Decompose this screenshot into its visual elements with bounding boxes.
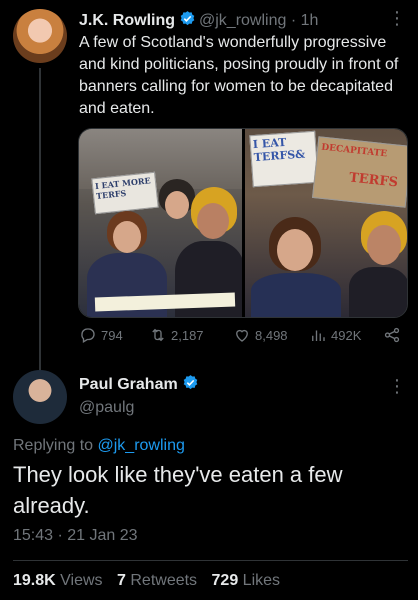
avatar[interactable] (13, 9, 67, 63)
views-stat-label: Views (60, 572, 103, 589)
tweet-actions: 794 2,187 8,498 492K (79, 326, 409, 344)
likes-stat-count: 729 (211, 572, 239, 589)
photo-right[interactable]: I EAT TERFS& DECAPITATE TERFS (244, 129, 407, 317)
tweet-media[interactable]: I EAT MORE TERFS I EAT TERFS& DECAPITATE… (78, 128, 408, 318)
tweet-timestamp[interactable]: 15:43 · 21 Jan 23 (13, 527, 138, 545)
protest-sign: I EAT MORE TERFS (91, 171, 159, 215)
verified-badge-icon (179, 10, 196, 32)
tweet-time[interactable]: 1h (301, 12, 319, 29)
tweet-text: A few of Scotland's wonderfully progress… (79, 34, 399, 117)
more-options-icon[interactable]: ⋮ (388, 8, 406, 29)
views-button[interactable]: 492K (309, 326, 383, 344)
reply-count: 794 (101, 327, 123, 343)
reply-icon (79, 326, 97, 344)
thread-connector-line (39, 68, 41, 370)
retweet-count: 2,187 (171, 327, 204, 343)
author-name-row: Paul Graham (79, 374, 202, 396)
retweet-button[interactable]: 2,187 (149, 326, 233, 344)
likes-stat[interactable]: 729 Likes (212, 572, 281, 589)
views-bar-chart-icon (309, 326, 327, 344)
protest-sign: I EAT TERFS& (248, 130, 319, 188)
tweet-header: J.K. Rowling @jk_rowling · 1h (79, 10, 318, 32)
verified-badge-icon (182, 374, 199, 396)
person-face (197, 203, 229, 239)
like-button[interactable]: 8,498 (233, 326, 309, 344)
avatar[interactable] (13, 370, 67, 424)
person-face (366, 225, 401, 265)
share-button[interactable] (383, 326, 401, 344)
retweets-stat-label: Retweets (130, 572, 198, 589)
person-coat (348, 267, 407, 317)
author-name[interactable]: J.K. Rowling (79, 12, 175, 29)
share-icon (383, 326, 401, 344)
retweets-stat[interactable]: 7 Retweets (117, 572, 197, 589)
tweet-date: 21 Jan 23 (67, 527, 138, 544)
person-face (113, 221, 141, 253)
tweet-time: 15:43 (13, 527, 54, 544)
like-count: 8,498 (255, 327, 288, 343)
person-face (276, 229, 313, 271)
tweet-text: They look like they've eaten a few alrea… (13, 462, 343, 518)
views-stat-count: 19.8K (13, 572, 56, 589)
retweet-icon (149, 326, 167, 344)
replying-to-prefix: Replying to (13, 437, 94, 454)
retweets-stat-count: 7 (117, 572, 126, 589)
reply-button[interactable]: 794 (79, 326, 149, 344)
replying-to-link[interactable]: @jk_rowling (98, 437, 185, 454)
meta-separator: · (57, 527, 63, 544)
person-coat (250, 273, 341, 317)
person-face (165, 191, 189, 219)
heart-icon (233, 326, 251, 344)
views-stat[interactable]: 19.8K Views (13, 572, 103, 589)
photo-left[interactable]: I EAT MORE TERFS (79, 129, 242, 317)
tweet-stats: 19.8K Views 7 Retweets 729 Likes (13, 572, 290, 590)
author-name[interactable]: Paul Graham (79, 376, 178, 393)
replying-to-line: Replying to @jk_rowling (13, 437, 185, 455)
author-handle[interactable]: @jk_rowling (199, 12, 286, 29)
views-count: 492K (331, 327, 362, 343)
likes-stat-label: Likes (242, 572, 281, 589)
divider (13, 560, 408, 561)
author-handle[interactable]: @paulg (79, 399, 134, 417)
more-options-icon[interactable]: ⋮ (388, 376, 406, 397)
